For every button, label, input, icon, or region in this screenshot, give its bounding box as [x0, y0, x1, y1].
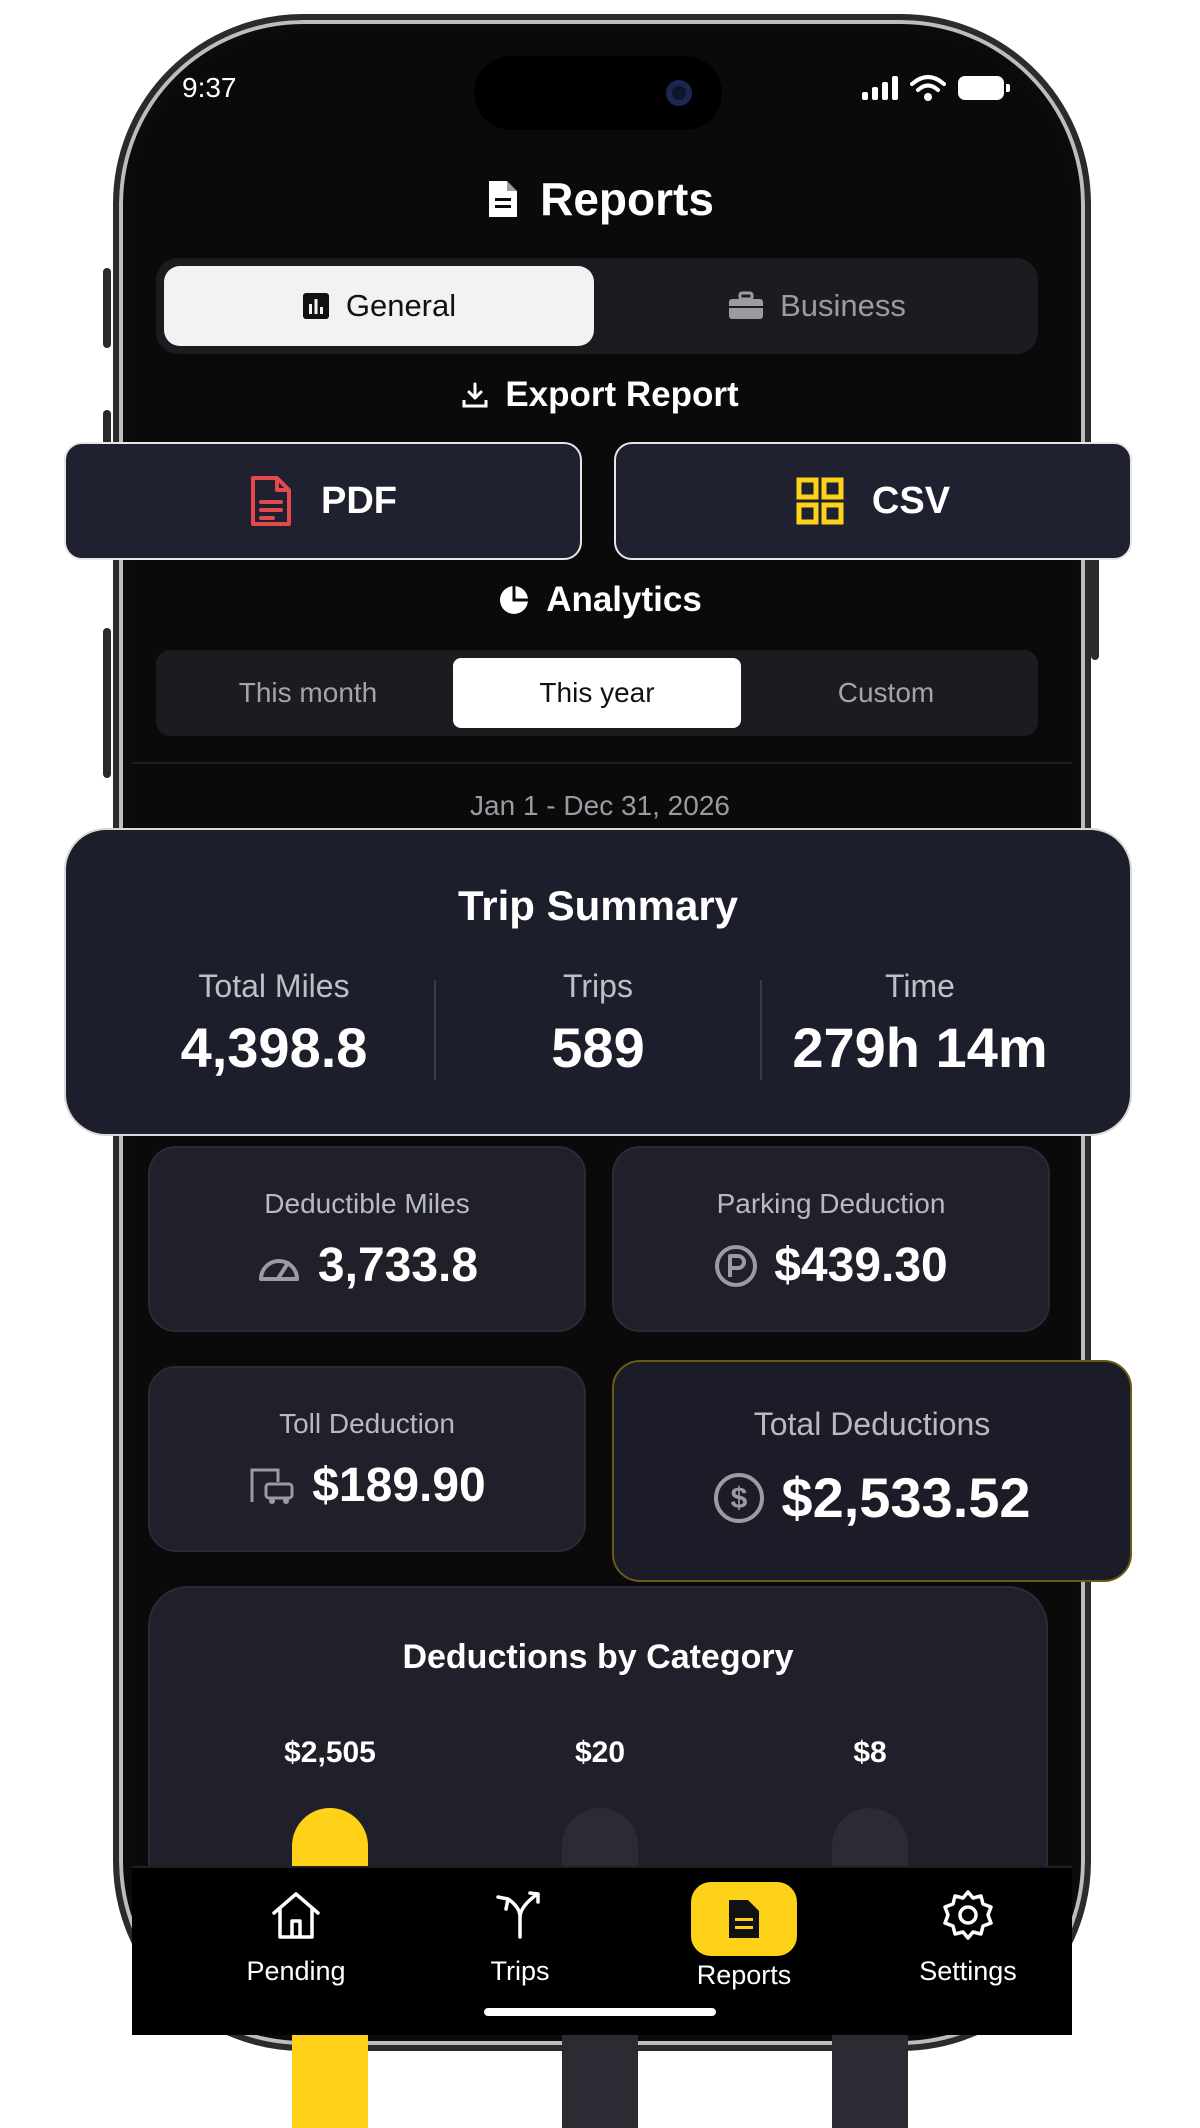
status-time: 9:37: [182, 72, 237, 103]
card-value: 3,733.8: [317, 1239, 479, 1292]
document-icon: [489, 181, 518, 217]
range-this-month[interactable]: This month: [164, 658, 452, 728]
card-label: Deductible Miles: [264, 1188, 470, 1219]
export-csv-label: CSV: [871, 479, 951, 522]
export-pdf-button[interactable]: PDF: [64, 442, 582, 560]
stat-total-miles: Total Miles 4,398.8: [114, 968, 434, 1080]
svg-text:$: $: [731, 1482, 748, 1515]
date-range-tabs: This month This year Custom: [156, 650, 1038, 736]
stat-value: 279h 14m: [792, 1016, 1048, 1079]
gear-icon: [868, 1882, 1068, 1948]
tab-business-label: Business: [780, 288, 906, 323]
range-custom[interactable]: Custom: [742, 658, 1030, 728]
report-type-tabs: General Business: [156, 258, 1038, 354]
tab-label: Trips: [490, 1956, 550, 1986]
chart-data-label: $20: [574, 1736, 626, 1769]
card-label: Toll Deduction: [279, 1408, 455, 1439]
tab-label: Pending: [246, 1956, 346, 1986]
analytics-title: Analytics: [546, 580, 702, 619]
chart-data-label: $8: [853, 1736, 887, 1769]
card-value: $2,533.52: [781, 1466, 1031, 1529]
pdf-file-icon: [251, 476, 291, 526]
stat-value: 4,398.8: [180, 1016, 368, 1079]
total-deductions-card: Total Deductions $ $2,533.52: [612, 1360, 1132, 1582]
route-split-icon: [420, 1882, 620, 1948]
pie-chart-icon: [500, 586, 529, 614]
toll-booth-icon: [250, 1468, 294, 1504]
range-this-year[interactable]: This year: [453, 658, 741, 728]
tab-label: Settings: [919, 1956, 1017, 1986]
trip-summary-title: Trip Summary: [457, 882, 739, 929]
stat-trips: Trips 589: [438, 968, 758, 1080]
signal-icon: [862, 76, 898, 100]
stat-time: Time 279h 14m: [760, 968, 1080, 1080]
side-button: [103, 268, 111, 348]
tab-pending[interactable]: Pending: [196, 1882, 396, 1987]
stat-value: 589: [551, 1016, 645, 1079]
parking-deduction-card: Parking Deduction $439.30: [612, 1146, 1050, 1332]
dollar-circle-icon: $: [714, 1472, 765, 1523]
card-value-row: 3,733.8: [150, 1238, 584, 1293]
tab-trips[interactable]: Trips: [420, 1882, 620, 1987]
tab-general[interactable]: General: [164, 266, 594, 346]
trip-summary-card: Trip Summary Total Miles 4,398.8 Trips 5…: [64, 828, 1132, 1136]
download-icon: [462, 382, 488, 408]
chart-data-label: $2,505: [284, 1736, 376, 1769]
tab-settings[interactable]: Settings: [868, 1882, 1068, 1987]
export-csv-button[interactable]: CSV: [614, 442, 1132, 560]
chart-title: Deductions by Category: [402, 1638, 794, 1676]
deductible-miles-card: Deductible Miles 3,733.8: [148, 1146, 586, 1332]
stat-label: Time: [885, 968, 955, 1004]
bar-chart-icon: [302, 293, 329, 319]
card-label: Total Deductions: [753, 1406, 991, 1442]
grid-icon: [796, 477, 844, 525]
briefcase-icon: [729, 291, 764, 319]
tab-general-label: General: [345, 288, 457, 323]
date-range-text: Jan 1 - Dec 31, 2026: [470, 790, 730, 821]
page-title-text: Reports: [540, 173, 714, 225]
stat-label: Total Miles: [198, 968, 350, 1004]
camera: [666, 80, 692, 106]
home-indicator: [484, 2008, 716, 2016]
battery-icon: [958, 76, 1010, 100]
home-icon: [196, 1882, 396, 1948]
analytics-heading: Analytics: [0, 580, 1200, 620]
speedometer-icon: [258, 1258, 299, 1281]
status-icons: [862, 74, 1010, 102]
wifi-icon: [910, 75, 946, 101]
divider: [132, 762, 1072, 764]
tab-business[interactable]: Business: [602, 266, 1032, 346]
export-pdf-label: PDF: [321, 479, 397, 522]
card-value: $439.30: [774, 1239, 948, 1292]
divider: [434, 980, 436, 1080]
side-button: [103, 628, 111, 778]
document-icon: [691, 1882, 797, 1956]
card-label: Parking Deduction: [716, 1188, 946, 1219]
page-title: Reports: [0, 172, 1200, 226]
card-value-row: $439.30: [614, 1238, 1048, 1293]
dynamic-island: [474, 56, 722, 130]
parking-icon: [715, 1244, 758, 1287]
tab-reports[interactable]: Reports: [644, 1882, 844, 1991]
stat-label: Trips: [563, 968, 633, 1004]
card-value-row: $ $2,533.52: [614, 1465, 1130, 1530]
card-value-row: $189.90: [150, 1458, 584, 1513]
card-value: $189.90: [312, 1459, 486, 1512]
tab-label: Reports: [696, 1960, 792, 1990]
export-report-title: Export Report: [505, 375, 739, 414]
toll-deduction-card: Toll Deduction $189.90: [148, 1366, 586, 1552]
export-report-heading: Export Report: [0, 375, 1200, 415]
